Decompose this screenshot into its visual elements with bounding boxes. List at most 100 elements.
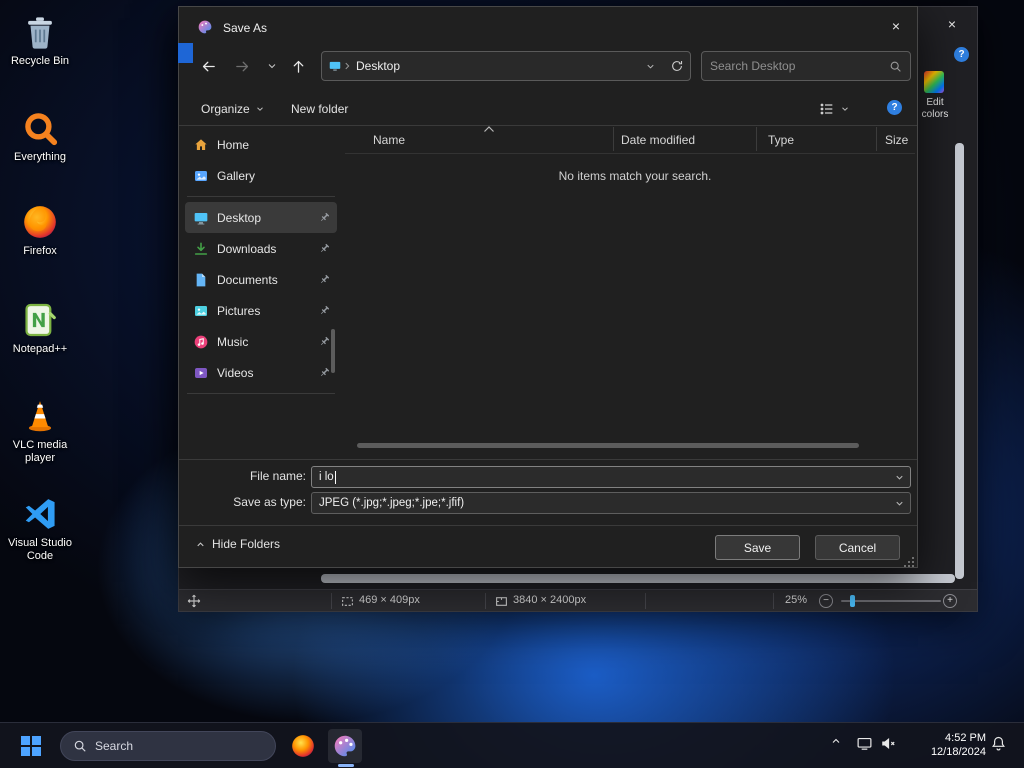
pin-icon: [320, 274, 330, 284]
tray-chevron-up[interactable]: [830, 735, 842, 747]
chevron-up-icon: [832, 738, 840, 743]
search-placeholder: Search Desktop: [710, 59, 796, 73]
desktop-icon-vscode[interactable]: Visual Studio Code: [1, 494, 79, 563]
sidebar-item-label: Downloads: [217, 241, 277, 256]
paint-file-button[interactable]: [178, 43, 193, 63]
sidebar-item-documents[interactable]: Documents: [185, 264, 337, 295]
sidebar-divider: [187, 196, 335, 197]
column-divider[interactable]: [756, 127, 757, 151]
save-as-dialog: Save As × Desktop Search Desktop Organiz…: [178, 6, 918, 568]
sidebar-item-label: Home: [217, 137, 250, 152]
file-list-horizontal-scrollbar[interactable]: [357, 443, 859, 448]
status-separator: [645, 593, 646, 609]
new-folder-button[interactable]: New folder: [291, 97, 348, 121]
back-button[interactable]: [195, 53, 221, 79]
sidebar-item-downloads[interactable]: Downloads: [185, 233, 337, 264]
downloads-icon: [194, 242, 208, 255]
sidebar-item-gallery[interactable]: Gallery: [185, 160, 337, 191]
dialog-close-button[interactable]: ×: [883, 15, 909, 37]
zoom-in-button[interactable]: +: [943, 594, 957, 608]
vscode-icon: [20, 494, 60, 534]
pin-icon: [320, 243, 330, 253]
cancel-button[interactable]: Cancel: [815, 535, 900, 560]
desktop-icon-label: Everything: [14, 151, 66, 163]
paint-vertical-scrollbar[interactable]: [955, 143, 964, 579]
save-as-type-select[interactable]: JPEG (*.jpg;*.jpeg;*.jpe;*.jfif): [311, 492, 911, 514]
clock-date: 12/18/2024: [930, 746, 986, 758]
selection-size-text: 469 × 409px: [359, 594, 420, 606]
desktop-icon: [194, 212, 208, 224]
up-button[interactable]: [285, 53, 311, 79]
sidebar-item-label: Pictures: [217, 303, 261, 318]
help-icon: ?: [891, 102, 898, 113]
chevron-down-icon[interactable]: [894, 472, 905, 483]
start-button[interactable]: [14, 730, 48, 762]
pictures-icon: [195, 305, 207, 316]
search-icon: [890, 61, 901, 72]
color-picker-swatch[interactable]: [924, 71, 944, 93]
column-divider[interactable]: [613, 127, 614, 151]
sidebar-item-label: Videos: [217, 365, 254, 380]
organize-button[interactable]: Organize: [201, 97, 265, 121]
sidebar-item-music[interactable]: Music: [185, 326, 337, 357]
column-header-date-modified[interactable]: Date modified: [621, 133, 695, 147]
forward-button[interactable]: [229, 53, 255, 79]
column-header-name[interactable]: Name: [373, 133, 405, 147]
taskbar-search-placeholder: Search: [95, 739, 134, 753]
sidebar-divider: [187, 393, 335, 394]
zoom-slider-thumb[interactable]: [850, 595, 855, 607]
pin-icon: [320, 305, 330, 315]
desktop-icon-everything[interactable]: Everything: [1, 108, 79, 164]
column-header-size[interactable]: Size: [885, 133, 908, 147]
chevron-down-icon: [256, 107, 263, 111]
sidebar-item-home[interactable]: Home: [185, 129, 337, 160]
address-dropdown-chevron[interactable]: [645, 61, 656, 72]
documents-icon: [196, 273, 206, 286]
hide-folders-label: Hide Folders: [212, 537, 281, 551]
zoom-level-text: 25%: [785, 594, 808, 606]
taskbar-search[interactable]: Search: [60, 731, 276, 761]
desktop-icon-vlc[interactable]: VLC media player: [1, 396, 79, 465]
sidebar-item-desktop[interactable]: Desktop: [185, 202, 337, 233]
image-size-text: 3840 × 2400px: [513, 594, 587, 606]
recent-locations-chevron[interactable]: [259, 53, 285, 79]
save-button[interactable]: Save: [715, 535, 800, 560]
file-name-input[interactable]: i lo: [311, 466, 911, 488]
new-folder-label: New folder: [291, 102, 349, 116]
tray-volume-icon[interactable]: [880, 735, 897, 752]
desktop-icon-firefox[interactable]: Firefox: [1, 202, 79, 258]
paint-help-button[interactable]: ?: [954, 47, 969, 62]
header-divider: [345, 153, 915, 154]
refresh-icon[interactable]: [670, 59, 684, 73]
paint-close-button[interactable]: ×: [941, 13, 963, 35]
resize-grip[interactable]: [903, 555, 915, 573]
taskbar-paint[interactable]: [328, 729, 362, 763]
chevron-down-icon[interactable]: [894, 498, 905, 509]
taskbar-firefox[interactable]: [286, 729, 320, 763]
zoom-slider[interactable]: [841, 600, 941, 602]
active-app-indicator: [338, 764, 354, 767]
notification-bell-icon[interactable]: [990, 735, 1007, 752]
taskbar-clock[interactable]: 4:52 PM 12/18/2024: [931, 731, 986, 759]
search-box[interactable]: Search Desktop: [701, 51, 911, 81]
view-options-button[interactable]: [819, 97, 850, 121]
tray-display-icon[interactable]: [856, 735, 873, 752]
status-separator: [773, 593, 774, 609]
hide-folders-button[interactable]: Hide Folders: [195, 537, 280, 551]
recycle-bin-icon: [20, 12, 60, 52]
address-bar[interactable]: Desktop: [321, 51, 691, 81]
desktop-icon-recycle-bin[interactable]: Recycle Bin: [1, 12, 79, 68]
edit-colors-button[interactable]: Edit colors: [915, 97, 955, 121]
sidebar-item-videos[interactable]: Videos: [185, 357, 337, 388]
sidebar-scrollbar[interactable]: [331, 329, 335, 373]
breadcrumb-desktop[interactable]: Desktop: [356, 59, 400, 73]
pin-icon: [320, 367, 330, 377]
column-divider[interactable]: [876, 127, 877, 151]
zoom-out-button[interactable]: −: [819, 594, 833, 608]
desktop-icon-label: Notepad++: [12, 343, 68, 355]
sidebar-item-pictures[interactable]: Pictures: [185, 295, 337, 326]
desktop-icon-notepadpp[interactable]: Notepad++: [1, 300, 79, 356]
paint-horizontal-scrollbar[interactable]: [321, 574, 955, 583]
column-header-type[interactable]: Type: [768, 133, 794, 147]
dialog-help-button[interactable]: ?: [887, 100, 902, 115]
